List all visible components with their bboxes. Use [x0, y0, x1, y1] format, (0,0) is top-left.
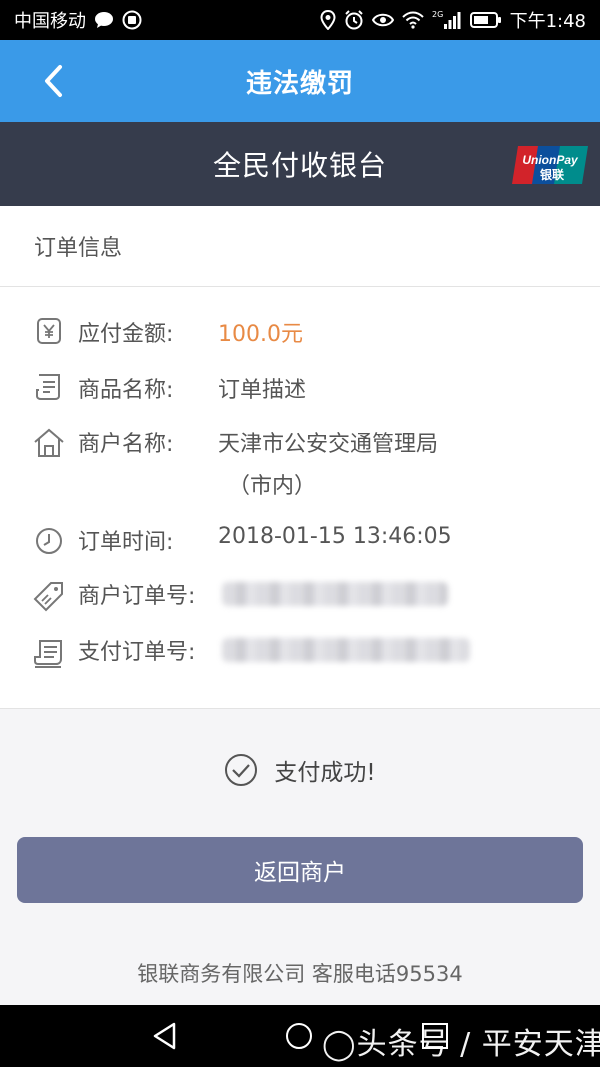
unionpay-logo: UnionPay 银联 [512, 146, 588, 184]
return-to-merchant-button[interactable]: 返回商户 [17, 837, 583, 903]
amount-value: 100.0元 [218, 322, 303, 347]
footer-text: 银联商务有限公司 客服电话95534 [137, 962, 463, 986]
chevron-left-icon [45, 65, 62, 97]
network-type: 2G [432, 10, 443, 19]
home-icon [34, 428, 64, 457]
order-info-header: 订单信息 [0, 206, 600, 287]
nav-home-circle-icon[interactable] [286, 1023, 312, 1049]
alarm-icon [344, 10, 364, 30]
order-time-value: 2018-01-15 13:46:05 [218, 524, 452, 549]
page-title: 违法缴罚 [245, 68, 354, 99]
amount-label: 应付金额: [78, 322, 174, 347]
payment-order-no-value [222, 638, 470, 668]
receipt-icon [34, 640, 62, 668]
wifi-icon [401, 11, 424, 29]
svg-text:银联: 银联 [540, 167, 564, 182]
clock-time: 下午1:48 [509, 11, 586, 32]
merchant-order-no-value [222, 582, 448, 612]
cashier-header: 全民付收银台 UnionPay 银联 [0, 122, 600, 206]
nav-bar: 违法缴罚 [0, 40, 600, 122]
eye-icon [371, 12, 394, 28]
watermark-text: ◯头条号 / 平安天津 [322, 1027, 600, 1062]
merchant-order-no-label: 商户订单号: [78, 584, 196, 609]
svg-text:UnionPay: UnionPay [522, 153, 579, 167]
yen-icon [37, 318, 61, 344]
back-button[interactable] [30, 58, 76, 104]
signal-icon: 2G [432, 10, 462, 30]
clock-icon [36, 528, 62, 554]
battery-icon [469, 11, 502, 29]
product-label: 商品名称: [78, 378, 174, 403]
nav-back-triangle-icon[interactable] [150, 1021, 180, 1051]
payment-status: 支付成功! [0, 748, 600, 792]
status-bar: 中国移动 2G 下午1:48 [0, 0, 600, 40]
app-notification-icon [122, 10, 142, 30]
cashier-title: 全民付收银台 [212, 149, 387, 182]
order-time-label: 订单时间: [78, 530, 174, 555]
check-circle-icon [225, 754, 258, 786]
document-icon [36, 374, 60, 400]
chat-bubble-icon [94, 11, 114, 29]
system-nav-bar: ◯头条号 / 平安天津 [0, 1005, 600, 1067]
payment-order-no-label: 支付订单号: [78, 640, 196, 665]
product-value: 订单描述 [218, 378, 307, 403]
merchant-value-suffix: （市内） [228, 474, 317, 499]
tag-icon [33, 582, 63, 612]
merchant-label: 商户名称: [78, 432, 174, 457]
location-icon [320, 10, 336, 30]
payment-status-text: 支付成功! [274, 760, 376, 786]
carrier-name: 中国移动 [14, 11, 86, 32]
order-info-card: 订单信息 应付金额: 100.0元 商品名称: 订单描述 商户名称: 天津市公安… [0, 206, 600, 709]
merchant-value: 天津市公安交通管理局 [218, 432, 439, 457]
